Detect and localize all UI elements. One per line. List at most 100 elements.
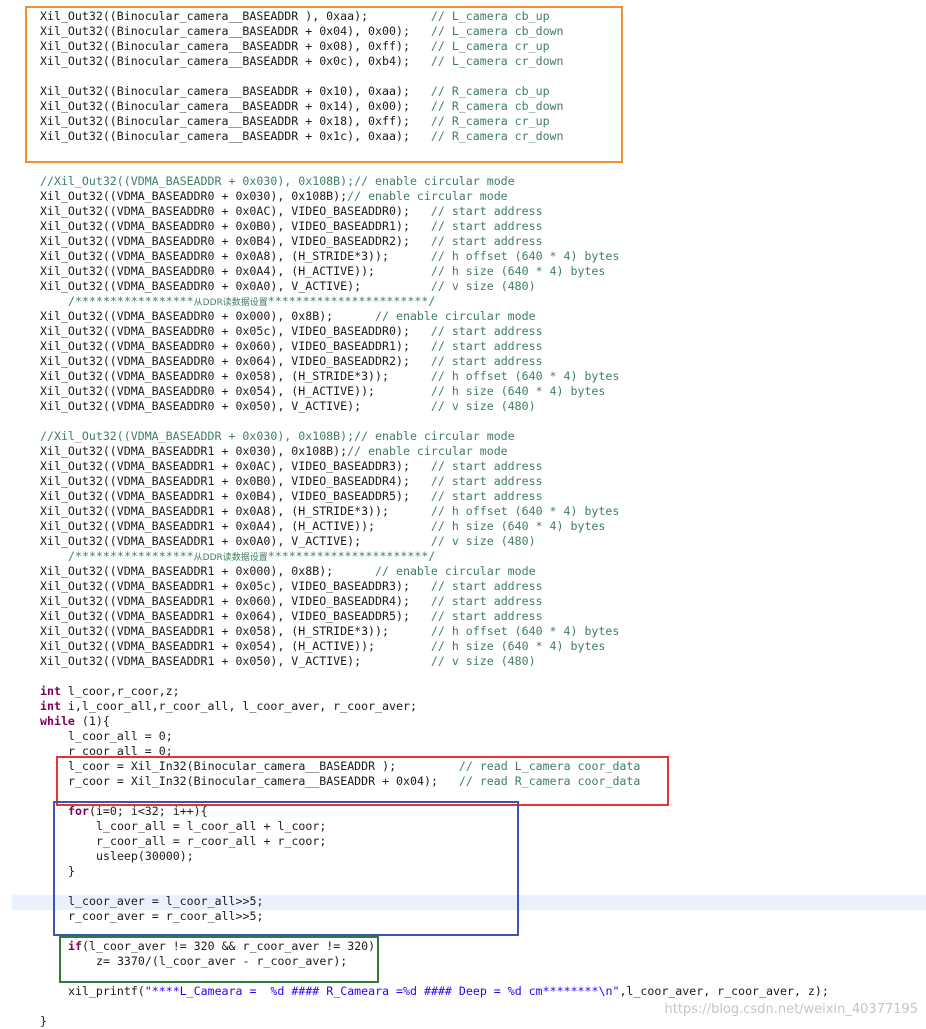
code-comment: //Xil_Out32((VDMA_BASEADDR + 0x030), 0x1… [40,174,515,188]
code-line: Xil_Out32((VDMA_BASEADDR0 + 0x050), V_AC… [40,399,536,414]
code-line: Xil_Out32((VDMA_BASEADDR0 + 0x0B0), VIDE… [40,219,543,234]
code-keyword: while [40,714,75,728]
code-text: Xil_Out32((VDMA_BASEADDR1 + 0x05c), VIDE… [40,579,431,593]
code-line: Xil_Out32((VDMA_BASEADDR0 + 0x0A4), (H_A… [40,264,605,279]
code-line: xil_printf("****L_Cameara = %d #### R_Ca… [68,984,829,999]
code-comment: ***********************/ [267,294,436,308]
code-line: Xil_Out32((VDMA_BASEADDR1 + 0x05c), VIDE… [40,579,543,594]
code-text: Xil_Out32((VDMA_BASEADDR1 + 0x0B0), VIDE… [40,474,431,488]
code-text: Xil_Out32((VDMA_BASEADDR0 + 0x0AC), VIDE… [40,204,431,218]
code-text: Xil_Out32((VDMA_BASEADDR0 + 0x05c), VIDE… [40,324,431,338]
code-editor[interactable]: Xil_Out32((Binocular_camera__BASEADDR ),… [0,0,926,1029]
code-text: Xil_Out32((VDMA_BASEADDR1 + 0x030), 0x10… [40,444,348,458]
code-line: Xil_Out32((VDMA_BASEADDR1 + 0x054), (H_A… [40,639,605,654]
code-line: /*****************从DDR读数据设置*************… [68,294,435,309]
code-text: Xil_Out32((VDMA_BASEADDR1 + 0x0A0), V_AC… [40,534,431,548]
code-line: Xil_Out32((VDMA_BASEADDR0 + 0x054), (H_A… [40,384,605,399]
code-text: Xil_Out32((VDMA_BASEADDR0 + 0x050), V_AC… [40,399,431,413]
code-comment: // start address [430,474,543,488]
code-comment: // h offset (640 * 4) bytes [430,624,620,638]
code-line: } [40,1014,47,1029]
highlight-box-read-coordinates [56,756,669,806]
code-text: Xil_Out32((VDMA_BASEADDR1 + 0x0B4), VIDE… [40,489,431,503]
highlight-box-depth-calc [59,936,379,983]
code-comment: // h offset (640 * 4) bytes [430,249,620,263]
code-comment: // enable circular mode [347,444,508,458]
code-text: Xil_Out32((VDMA_BASEADDR0 + 0x0B0), VIDE… [40,219,431,233]
code-comment: //Xil_Out32((VDMA_BASEADDR + 0x030), 0x1… [40,429,515,443]
code-comment: // h offset (640 * 4) bytes [430,504,620,518]
code-comment: // h size (640 * 4) bytes [430,519,606,533]
code-line: int l_coor,r_coor,z; [40,684,180,699]
code-line: Xil_Out32((VDMA_BASEADDR1 + 0x0A4), (H_A… [40,519,605,534]
code-line: l_coor_all = 0; [68,729,173,744]
code-text: Xil_Out32((VDMA_BASEADDR1 + 0x064), VIDE… [40,609,431,623]
code-line: Xil_Out32((VDMA_BASEADDR1 + 0x0AC), VIDE… [40,459,543,474]
code-text: l_coor_all = 0; [68,729,173,743]
code-comment: // start address [430,219,543,233]
watermark: https://blog.csdn.net/weixin_40377195 [664,1002,918,1017]
code-line: Xil_Out32((VDMA_BASEADDR1 + 0x000), 0x8B… [40,564,536,579]
code-comment: /***************** [68,549,194,563]
code-comment: // start address [430,459,543,473]
code-line: Xil_Out32((VDMA_BASEADDR1 + 0x0B4), VIDE… [40,489,543,504]
code-line: while (1){ [40,714,110,729]
code-text: Xil_Out32((VDMA_BASEADDR0 + 0x060), VIDE… [40,339,431,353]
code-line: Xil_Out32((VDMA_BASEADDR1 + 0x050), V_AC… [40,654,536,669]
highlight-box-averaging-loop [53,801,519,936]
code-line: Xil_Out32((VDMA_BASEADDR0 + 0x030), 0x10… [40,189,508,204]
code-comment: 从DDR读数据设置 [193,553,268,563]
code-comment: // enable circular mode [347,189,508,203]
highlight-box-camera-config [25,6,623,163]
code-line: Xil_Out32((VDMA_BASEADDR1 + 0x0A0), V_AC… [40,534,536,549]
code-comment: // h offset (640 * 4) bytes [430,369,620,383]
code-comment: // enable circular mode [375,564,536,578]
code-text: Xil_Out32((VDMA_BASEADDR1 + 0x0AC), VIDE… [40,459,431,473]
code-text: xil_printf( [68,984,145,998]
code-line: Xil_Out32((VDMA_BASEADDR0 + 0x0B4), VIDE… [40,234,543,249]
code-text: Xil_Out32((VDMA_BASEADDR0 + 0x0A0), V_AC… [40,279,431,293]
code-line: //Xil_Out32((VDMA_BASEADDR + 0x030), 0x1… [40,174,515,189]
code-string: "****L_Cameara = %d #### R_Cameara =%d #… [144,984,620,998]
code-comment: // h size (640 * 4) bytes [430,639,606,653]
code-comment: // start address [430,204,543,218]
code-line: Xil_Out32((VDMA_BASEADDR1 + 0x058), (H_S… [40,624,619,639]
code-text: Xil_Out32((VDMA_BASEADDR1 + 0x060), VIDE… [40,594,431,608]
code-text: Xil_Out32((VDMA_BASEADDR1 + 0x0A8), (H_S… [40,504,431,518]
code-text: Xil_Out32((VDMA_BASEADDR0 + 0x058), (H_S… [40,369,431,383]
code-text: Xil_Out32((VDMA_BASEADDR1 + 0x054), (H_A… [40,639,431,653]
code-line: Xil_Out32((VDMA_BASEADDR1 + 0x030), 0x10… [40,444,508,459]
code-text: i,l_coor_all,r_coor_all, l_coor_aver, r_… [60,699,417,713]
code-comment: 从DDR读数据设置 [193,298,268,308]
code-comment: // start address [430,594,543,608]
code-line: Xil_Out32((VDMA_BASEADDR0 + 0x060), VIDE… [40,339,543,354]
code-text: Xil_Out32((VDMA_BASEADDR0 + 0x0B4), VIDE… [40,234,431,248]
code-text: Xil_Out32((VDMA_BASEADDR1 + 0x058), (H_S… [40,624,431,638]
code-comment: // start address [430,339,543,353]
code-line: Xil_Out32((VDMA_BASEADDR1 + 0x0A8), (H_S… [40,504,619,519]
code-comment: // h size (640 * 4) bytes [430,264,606,278]
code-keyword: int [40,684,61,698]
code-text: Xil_Out32((VDMA_BASEADDR0 + 0x0A8), (H_S… [40,249,431,263]
code-line: Xil_Out32((VDMA_BASEADDR0 + 0x05c), VIDE… [40,324,543,339]
code-comment: // start address [430,489,543,503]
code-line: Xil_Out32((VDMA_BASEADDR1 + 0x060), VIDE… [40,594,543,609]
code-text: Xil_Out32((VDMA_BASEADDR0 + 0x064), VIDE… [40,354,431,368]
code-line: Xil_Out32((VDMA_BASEADDR1 + 0x0B0), VIDE… [40,474,543,489]
code-text: Xil_Out32((VDMA_BASEADDR1 + 0x000), 0x8B… [40,564,376,578]
code-text: Xil_Out32((VDMA_BASEADDR0 + 0x054), (H_A… [40,384,431,398]
code-line: /*****************从DDR读数据设置*************… [68,549,435,564]
code-comment: // h size (640 * 4) bytes [430,384,606,398]
code-line: Xil_Out32((VDMA_BASEADDR0 + 0x0A0), V_AC… [40,279,536,294]
code-line: //Xil_Out32((VDMA_BASEADDR + 0x030), 0x1… [40,429,515,444]
code-text: ,l_coor_aver, r_coor_aver, z); [619,984,829,998]
code-line: Xil_Out32((VDMA_BASEADDR0 + 0x0AC), VIDE… [40,204,543,219]
code-comment: // v size (480) [430,534,536,548]
code-comment: // v size (480) [430,279,536,293]
code-text: (1){ [74,714,110,728]
code-line: int i,l_coor_all,r_coor_all, l_coor_aver… [40,699,417,714]
code-text: l_coor,r_coor,z; [60,684,180,698]
code-comment: // enable circular mode [375,309,536,323]
code-keyword: int [40,699,61,713]
code-text: Xil_Out32((VDMA_BASEADDR1 + 0x0A4), (H_A… [40,519,431,533]
